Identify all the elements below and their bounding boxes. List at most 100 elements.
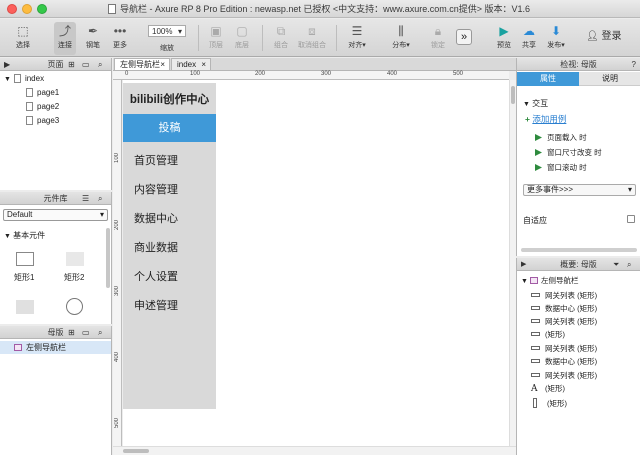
outline-item[interactable]: 网关列表 (矩形) [531, 316, 597, 327]
share-button[interactable]: ☁ 共享 [519, 22, 539, 55]
add-master-icon[interactable]: ⊞ [68, 326, 75, 339]
pen-icon: ✒ [87, 24, 99, 38]
lock-button[interactable]: 🔒︎ 锁定 [428, 22, 448, 55]
text-widget-icon: A [531, 384, 538, 394]
tree-collapse-icon[interactable]: ▼ [4, 76, 11, 83]
pages-panel: ▶ 页面 ⊞ ▭ ⌕ ▼ index page1 page2 page3 [0, 58, 112, 190]
outline-item[interactable]: 网关列表 (矩形) [531, 290, 597, 301]
event-window-scroll[interactable]: 窗口滚动 时 [535, 162, 587, 173]
add-folder-icon[interactable]: ▭ [82, 326, 90, 339]
rectangle-gray-widget-icon[interactable] [66, 252, 84, 266]
minimize-window-button[interactable] [22, 4, 32, 14]
adaptive-checkbox[interactable] [627, 215, 635, 223]
close-tab-icon[interactable]: × [201, 59, 206, 71]
publish-button[interactable]: ⬇ 发布▾ [544, 22, 568, 55]
master-icon [530, 277, 539, 284]
nav-item-data-center[interactable]: 数据中心 [134, 210, 178, 226]
page-tree-item[interactable]: page3 [26, 116, 59, 125]
left-nav-sidebar[interactable]: bilibili创作中心 投稿 首页管理 内容管理 数据中心 商业数据 个人设置… [123, 83, 216, 409]
maximize-window-button[interactable] [37, 4, 47, 14]
select-arrow-icon: ⬚ [17, 24, 29, 38]
search-icon[interactable]: ⌕ [98, 326, 102, 339]
tab-notes[interactable]: 说明 [579, 72, 640, 86]
scroll-thumb[interactable] [511, 86, 515, 104]
chevron-down-icon: ▾ [362, 42, 366, 49]
outline-item[interactable]: (矩形) [531, 329, 565, 340]
submit-button[interactable]: 投稿 [123, 114, 216, 142]
outline-item[interactable]: A (矩形) [531, 383, 565, 394]
ungroup-button[interactable]: ⧈ 取消组合 [296, 22, 328, 55]
more-events-select[interactable]: 更多事件>>> ▾ [523, 184, 636, 196]
page-icon [26, 116, 33, 125]
canvas-horizontal-scrollbar[interactable] [113, 446, 516, 455]
image-widget-icon[interactable] [16, 300, 34, 314]
nav-item-business-data[interactable]: 商业数据 [134, 239, 178, 255]
page-tree-item[interactable]: page2 [26, 102, 59, 111]
event-window-resize[interactable]: 窗口尺寸改变 时 [535, 147, 602, 158]
bring-to-top-button[interactable]: ▣ 顶层 [206, 22, 226, 55]
design-canvas[interactable]: bilibili创作中心 投稿 首页管理 内容管理 数据中心 商业数据 个人设置… [123, 80, 509, 446]
rectangle-icon [531, 319, 540, 323]
master-item-selected[interactable]: 左侧导航栏 [0, 341, 111, 354]
nav-item-content-manage[interactable]: 内容管理 [134, 181, 178, 197]
outline-item[interactable]: 数据中心 (矩形) [531, 303, 597, 314]
tab-master-nav[interactable]: 左侧导航栏 × [114, 58, 170, 70]
overflow-chevron-icon[interactable]: » [456, 29, 472, 45]
library-select[interactable]: Default ▾ [3, 209, 108, 221]
outline-item[interactable]: 数据中心 (矩形) [531, 356, 597, 367]
library-section-header[interactable]: ▼ 基本元件 [4, 230, 45, 241]
inspector-scrollbar[interactable] [521, 248, 637, 252]
rectangle-icon [531, 306, 540, 310]
page-tree-root[interactable]: ▼ index [4, 74, 44, 83]
search-icon[interactable]: ⌕ [98, 58, 102, 71]
align-button[interactable]: ☰ 对齐▾ [344, 22, 370, 55]
search-icon[interactable]: ⌕ [98, 192, 102, 205]
distribute-button[interactable]: ⫼ 分布▾ [388, 22, 414, 55]
nav-item-appeal-manage[interactable]: 申述管理 [134, 297, 178, 313]
outline-root[interactable]: ▼ 左侧导航栏 [521, 275, 579, 286]
add-case-link[interactable]: + 添加用例 [525, 113, 566, 125]
help-icon[interactable]: ? [632, 58, 636, 71]
close-window-button[interactable] [7, 4, 17, 14]
tab-properties[interactable]: 属性 [517, 72, 579, 86]
zoom-select[interactable]: 100% ▾ [148, 25, 186, 37]
expand-arrow-icon[interactable]: ▶ [4, 58, 10, 71]
tab-index[interactable]: index × [171, 58, 211, 70]
expand-arrow-icon[interactable]: ▶ [521, 258, 526, 271]
document-icon [108, 4, 116, 14]
canvas-vertical-scrollbar[interactable] [509, 80, 516, 446]
login-button[interactable]: 👤︎ 登录 [586, 27, 621, 42]
preview-button[interactable]: ▶ 预览 [494, 22, 514, 55]
rectangle-widget-icon[interactable] [16, 252, 34, 266]
page-tree-item[interactable]: page1 [26, 88, 59, 97]
add-folder-icon[interactable]: ▭ [82, 58, 90, 71]
outline-item[interactable]: 网关列表 (矩形) [531, 343, 597, 354]
send-to-bottom-button[interactable]: ▢ 底层 [232, 22, 252, 55]
group-button[interactable]: ⧉ 组合 [270, 22, 292, 55]
search-icon[interactable]: ⌕ [627, 258, 631, 271]
pen-tool-button[interactable]: ✒ 钢笔 [82, 22, 104, 55]
interaction-section[interactable]: ▼ 交互 [523, 98, 548, 109]
cloud-upload-icon: ☁ [523, 24, 535, 38]
nav-item-home-manage[interactable]: 首页管理 [134, 152, 178, 168]
filter-icon[interactable]: ⏷ [613, 258, 619, 271]
outline-item[interactable]: 网关列表 (矩形) [531, 370, 597, 381]
ellipse-widget-icon[interactable] [66, 298, 83, 315]
more-tools-button[interactable]: ••• 更多 [108, 22, 132, 55]
nav-item-personal-settings[interactable]: 个人设置 [134, 268, 178, 284]
menu-icon[interactable]: ☰ [82, 192, 89, 205]
scroll-thumb[interactable] [123, 449, 149, 453]
add-page-icon[interactable]: ⊞ [68, 58, 75, 71]
select-tool-button[interactable]: ⬚ 选择 [10, 22, 36, 55]
chevron-down-icon: ▾ [561, 42, 565, 49]
chevron-down-icon: ▾ [406, 42, 410, 49]
group-icon: ⧉ [276, 24, 286, 38]
connect-tool-button[interactable]: ⤴ 连接 [54, 22, 76, 55]
event-page-load[interactable]: 页面载入 时 [535, 132, 587, 143]
plus-icon: + [525, 114, 530, 124]
masters-panel-header: 母版 ⊞ ▭ ⌕ [0, 326, 111, 339]
close-tab-icon[interactable]: × [160, 59, 165, 71]
library-scrollbar[interactable] [106, 228, 110, 288]
outline-item[interactable]: (矩形) [531, 398, 567, 409]
window-title: 导航栏 - Axure RP 8 Pro Edition : newasp.ne… [120, 4, 530, 14]
